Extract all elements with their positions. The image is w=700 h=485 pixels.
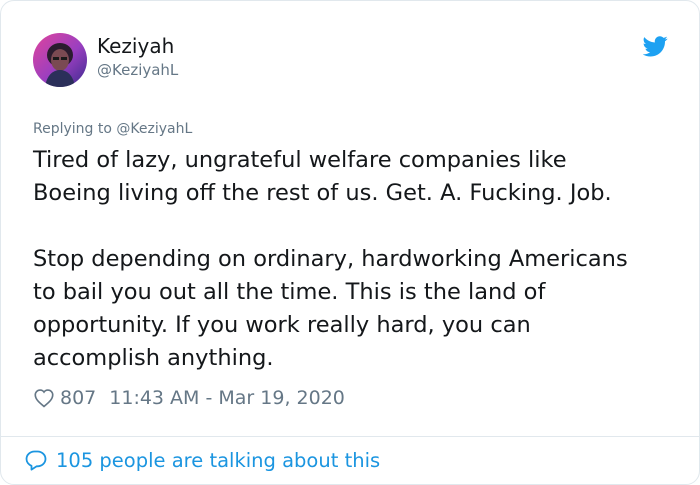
- conversation-link[interactable]: 105 people are talking about this: [24, 448, 380, 472]
- tweet-card[interactable]: Keziyah @KeziyahL Replying to @KeziyahL …: [0, 0, 700, 485]
- speech-bubble-icon: [25, 450, 47, 471]
- tweet-meta: 807 11:43 AM - Mar 19, 2020: [33, 385, 345, 411]
- like-count[interactable]: 807: [60, 387, 96, 409]
- divider: [1, 436, 699, 437]
- profile-avatar-image: [33, 33, 87, 87]
- twitter-bird-icon[interactable]: [642, 36, 668, 57]
- tweet-line: Stop depending on ordinary, hardworking …: [33, 246, 628, 272]
- tweet-paragraph: Tired of lazy, ungrateful welfare compan…: [33, 144, 683, 210]
- replying-mention-link[interactable]: @KeziyahL: [116, 121, 192, 137]
- conversation-label[interactable]: 105 people are talking about this: [56, 449, 380, 472]
- replying-prefix: Replying to: [33, 121, 117, 137]
- replying-to: Replying to @KeziyahL: [33, 121, 192, 137]
- tweet-paragraph: Stop depending on ordinary, hardworking …: [33, 243, 683, 375]
- tweet-line: opportunity. If you work really hard, yo…: [33, 312, 531, 338]
- heart-icon[interactable]: [33, 387, 55, 409]
- tweet-timestamp[interactable]: 11:43 AM - Mar 19, 2020: [109, 387, 345, 409]
- tweet-line: Boeing living off the rest of us. Get. A…: [33, 180, 612, 206]
- tweet-text: Tired of lazy, ungrateful welfare compan…: [33, 144, 683, 375]
- tweet-line: accomplish anything.: [33, 345, 274, 371]
- avatar[interactable]: [33, 33, 87, 87]
- user-handle[interactable]: @KeziyahL: [97, 61, 178, 79]
- display-name[interactable]: Keziyah: [97, 34, 174, 58]
- tweet-line: to bail you out all the time. This is th…: [33, 279, 546, 305]
- tweet-line: Tired of lazy, ungrateful welfare compan…: [33, 147, 567, 173]
